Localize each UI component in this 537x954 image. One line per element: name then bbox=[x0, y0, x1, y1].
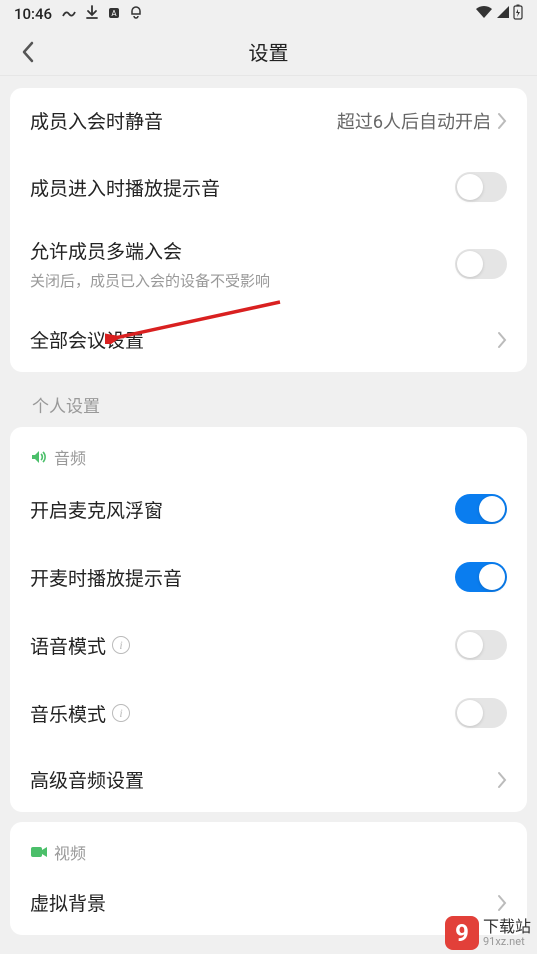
svg-text:A: A bbox=[111, 9, 117, 18]
chevron-right-icon bbox=[497, 894, 507, 912]
virtual-bg-label: 虚拟背景 bbox=[30, 889, 106, 916]
chevron-right-icon bbox=[497, 771, 507, 789]
mic-sound-toggle[interactable] bbox=[455, 562, 507, 592]
music-mode-toggle[interactable] bbox=[455, 698, 507, 728]
content-area: 成员入会时静音 超过6人后自动开启 成员进入时播放提示音 允许成员多端入会 关闭… bbox=[0, 76, 537, 935]
mic-sound-row: 开麦时播放提示音 bbox=[10, 543, 527, 611]
voice-mode-toggle[interactable] bbox=[455, 630, 507, 660]
nav-title: 设置 bbox=[249, 37, 289, 66]
battery-icon bbox=[513, 4, 523, 24]
mic-sound-label: 开麦时播放提示音 bbox=[30, 564, 182, 591]
chevron-left-icon bbox=[21, 41, 35, 63]
audio-section-header: 音频 bbox=[10, 427, 527, 475]
notify-icon bbox=[130, 5, 142, 23]
wifi-icon bbox=[475, 5, 493, 23]
mute-on-join-label: 成员入会时静音 bbox=[30, 107, 163, 134]
status-bar: 10:46 A bbox=[0, 0, 537, 28]
watermark-cn: 下载站 bbox=[483, 918, 531, 936]
voice-mode-label: 语音模式 bbox=[30, 632, 106, 659]
chevron-right-icon bbox=[497, 112, 507, 130]
advanced-audio-row[interactable]: 高级音频设置 bbox=[10, 747, 527, 812]
info-icon[interactable]: i bbox=[112, 704, 130, 722]
multi-device-label: 允许成员多端入会 bbox=[30, 237, 455, 264]
status-time: 10:46 bbox=[14, 5, 52, 23]
status-right bbox=[475, 4, 523, 24]
audio-card: 音频 开启麦克风浮窗 开麦时播放提示音 语音模式 i 音乐模式 i 高级音频设 bbox=[10, 427, 527, 812]
mic-float-row: 开启麦克风浮窗 bbox=[10, 475, 527, 543]
info-icon[interactable]: i bbox=[112, 636, 130, 654]
status-left: 10:46 A bbox=[14, 5, 142, 23]
play-sound-toggle[interactable] bbox=[455, 172, 507, 202]
multi-device-toggle[interactable] bbox=[455, 249, 507, 279]
music-mode-label: 音乐模式 bbox=[30, 700, 106, 727]
play-sound-row: 成员进入时播放提示音 bbox=[10, 153, 527, 221]
mic-float-toggle[interactable] bbox=[455, 494, 507, 524]
video-section-header: 视频 bbox=[10, 822, 527, 870]
play-sound-label: 成员进入时播放提示音 bbox=[30, 174, 220, 201]
mute-on-join-value: 超过6人后自动开启 bbox=[337, 108, 491, 134]
voice-mode-row: 语音模式 i bbox=[10, 611, 527, 679]
video-icon bbox=[30, 843, 48, 861]
meeting-card: 成员入会时静音 超过6人后自动开启 成员进入时播放提示音 允许成员多端入会 关闭… bbox=[10, 88, 527, 372]
nav-header: 设置 bbox=[0, 28, 537, 76]
chevron-right-icon bbox=[497, 331, 507, 349]
watermark-badge: 9 bbox=[445, 916, 479, 950]
all-meeting-settings-label: 全部会议设置 bbox=[30, 326, 144, 353]
multi-device-row: 允许成员多端入会 关闭后，成员已入会的设备不受影响 bbox=[10, 221, 527, 307]
personal-settings-header: 个人设置 bbox=[10, 382, 527, 427]
back-button[interactable] bbox=[16, 40, 40, 64]
audio-header-label: 音频 bbox=[54, 445, 86, 469]
speaker-icon bbox=[30, 448, 48, 466]
mic-float-label: 开启麦克风浮窗 bbox=[30, 496, 163, 523]
download-icon bbox=[86, 5, 98, 23]
all-meeting-settings-row[interactable]: 全部会议设置 bbox=[10, 307, 527, 372]
advanced-audio-label: 高级音频设置 bbox=[30, 766, 144, 793]
watermark: 9 下载站 91xz.net bbox=[445, 916, 531, 950]
signal-icon bbox=[496, 5, 510, 23]
mute-on-join-row[interactable]: 成员入会时静音 超过6人后自动开启 bbox=[10, 88, 527, 153]
multi-device-sub: 关闭后，成员已入会的设备不受影响 bbox=[30, 270, 455, 291]
watermark-url: 91xz.net bbox=[483, 936, 531, 948]
video-header-label: 视频 bbox=[54, 840, 86, 864]
music-mode-row: 音乐模式 i bbox=[10, 679, 527, 747]
app-icon: A bbox=[108, 5, 120, 23]
wave-icon bbox=[62, 5, 76, 23]
